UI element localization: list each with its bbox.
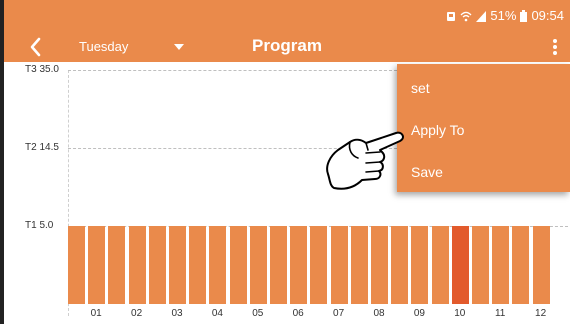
chart-bar[interactable] [68, 226, 85, 304]
chart-bar[interactable] [371, 226, 388, 304]
menu-item-label: Save [411, 164, 443, 180]
x-tick-label: 02 [131, 308, 143, 319]
chart-bar[interactable] [290, 226, 308, 304]
notification-icon [447, 11, 456, 21]
pointing-hand-icon [326, 131, 404, 190]
day-dropdown-value: Tuesday [79, 39, 129, 54]
signal-icon [476, 10, 487, 22]
chart-bar[interactable] [189, 226, 207, 304]
gridline-t3 [68, 70, 402, 71]
y-label-t3: T3 35.0 [25, 64, 59, 75]
day-dropdown[interactable]: Tuesday [79, 38, 189, 58]
battery-level: 51% [490, 8, 517, 23]
chart-bar[interactable] [492, 226, 510, 304]
status-bar: 51% 09:54 [4, 0, 570, 32]
more-options-icon[interactable] [552, 38, 558, 56]
chart-bar[interactable] [88, 226, 106, 304]
chart-bar[interactable] [532, 226, 550, 304]
wifi-icon [460, 11, 472, 21]
x-tick-label: 12 [535, 308, 547, 319]
chart-bar[interactable] [108, 226, 126, 304]
chart-bar[interactable] [330, 226, 348, 304]
x-tick-label: 11 [494, 308, 506, 319]
chart-bar[interactable] [512, 226, 530, 304]
x-tick-label: 09 [413, 308, 425, 319]
chart-bar[interactable] [229, 226, 247, 304]
chart-bar[interactable] [249, 226, 267, 304]
x-tick-label: 06 [292, 308, 304, 319]
menu-item-label: set [411, 80, 430, 96]
menu-item-apply-to[interactable]: Apply To [397, 108, 570, 150]
clock: 09:54 [531, 8, 564, 23]
chart-bar[interactable] [431, 226, 449, 304]
overflow-menu: set Apply To Save [397, 64, 570, 192]
battery-icon [520, 10, 528, 22]
app-bar: Program Tuesday [4, 32, 570, 62]
x-tick-label: 07 [333, 308, 345, 319]
chart-bar[interactable] [270, 226, 287, 304]
menu-item-save[interactable]: Save [397, 150, 570, 192]
chart-bar[interactable] [169, 226, 186, 304]
menu-item-set[interactable]: set [397, 66, 570, 108]
chart-bar[interactable] [310, 226, 328, 304]
app-screen: 51% 09:54 Program Tuesday T3 35.0 T2 14.… [0, 0, 570, 324]
chart-bar[interactable] [472, 226, 489, 304]
chart-bar[interactable] [350, 226, 368, 304]
x-tick-label: 04 [211, 308, 223, 319]
chevron-down-icon [174, 44, 184, 50]
y-label-t2: T2 14.5 [25, 142, 59, 153]
x-tick-label: 05 [252, 308, 264, 319]
chart-bar[interactable] [451, 226, 469, 304]
x-tick-label: 08 [373, 308, 385, 319]
chart-bar[interactable] [128, 226, 146, 304]
menu-item-label: Apply To [411, 122, 465, 138]
status-icons: 51% 09:54 [446, 9, 564, 23]
chart-bar[interactable] [148, 226, 166, 304]
x-tick-label: 10 [454, 308, 466, 319]
chart-bar[interactable] [411, 226, 429, 304]
x-tick-label: 03 [171, 308, 183, 319]
chart-bar[interactable] [391, 226, 409, 304]
y-label-t1: T1 5.0 [25, 220, 54, 231]
chart-bar[interactable] [209, 226, 227, 304]
x-tick-label: 01 [90, 308, 102, 319]
